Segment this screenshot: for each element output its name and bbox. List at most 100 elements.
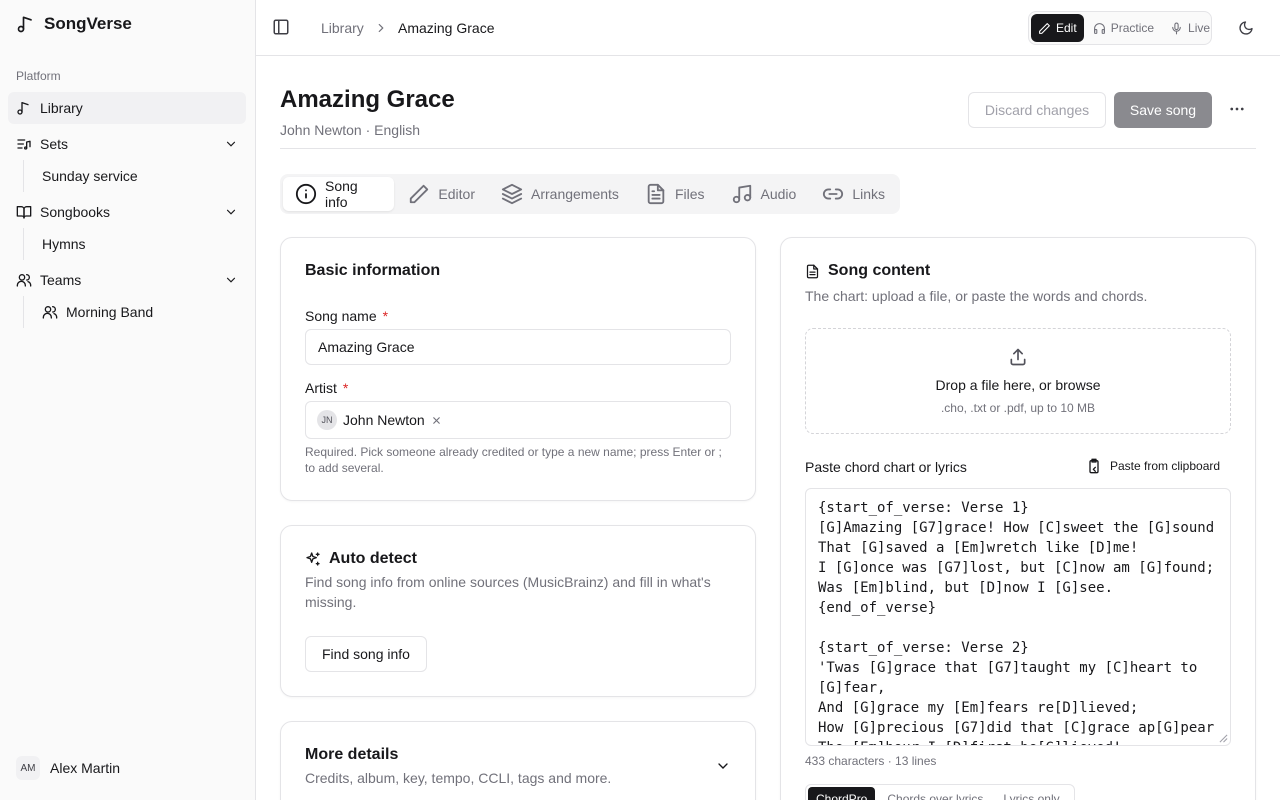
chevron-down-icon[interactable] (224, 137, 238, 151)
file-text-icon (805, 264, 820, 279)
sidebar-item-library[interactable]: Library (8, 92, 246, 124)
tab-label: Arrangements (531, 186, 619, 202)
sidebar-item-songbooks[interactable]: Songbooks (8, 196, 246, 228)
sidebar-item-teams[interactable]: Teams (8, 264, 246, 296)
format-selector: ChordPro Chords over lyrics Lyrics only (805, 784, 1075, 800)
more-details-card[interactable]: More details Credits, album, key, tempo,… (280, 721, 756, 800)
upload-icon (1008, 347, 1028, 367)
book-open-icon (16, 204, 32, 220)
close-icon[interactable] (431, 415, 442, 426)
topbar: Library Amazing Grace Edit Practice Live (256, 0, 1280, 56)
tab-audio[interactable]: Audio (719, 177, 809, 211)
tab-label: Links (852, 186, 885, 202)
mode-live-button[interactable]: Live (1163, 14, 1217, 42)
mode-label: Practice (1110, 21, 1155, 35)
sparkles-icon (305, 551, 321, 567)
tab-song-info[interactable]: Song info (283, 177, 395, 211)
artist-chip: JN John Newton (314, 407, 448, 433)
save-song-button[interactable]: Save song (1114, 92, 1212, 128)
sidebar-subitem-hymns[interactable]: Hymns (34, 230, 244, 258)
music-note-icon (16, 100, 32, 116)
chevron-down-icon[interactable] (224, 205, 238, 219)
label-text: Song name (305, 308, 377, 324)
more-horizontal-icon[interactable] (1228, 100, 1246, 118)
chevron-down-icon[interactable] (715, 758, 731, 774)
avatar: AM (16, 756, 40, 780)
song-name-input[interactable]: Amazing Grace (305, 329, 731, 365)
sub-nav-line (23, 296, 24, 328)
card-header: Auto detect (305, 550, 417, 568)
sidebar-item-sets[interactable]: Sets (8, 128, 246, 160)
users-icon (16, 272, 32, 288)
paste-label: Paste chord chart or lyrics (805, 459, 967, 475)
sidebar: SongVerse Platform Library Sets Sunday s… (0, 0, 256, 800)
format-chords-over-lyrics[interactable]: Chords over lyrics (879, 787, 991, 800)
page-title: Amazing Grace (280, 86, 455, 113)
tab-arrangements[interactable]: Arrangements (489, 177, 631, 211)
sidebar-item-label: Library (40, 100, 83, 116)
button-label: Paste from clipboard (1110, 459, 1221, 473)
song-header: Amazing Grace John Newton · English (280, 86, 455, 138)
card-description: Find song info from online sources (Musi… (305, 574, 711, 610)
mode-label: Live (1188, 21, 1211, 35)
microphone-icon (1170, 22, 1183, 35)
format-chordpro[interactable]: ChordPro (808, 787, 876, 800)
breadcrumb-current: Amazing Grace (398, 20, 495, 36)
sub-nav-line (23, 228, 24, 260)
song-name-label: Song name * (305, 308, 388, 324)
song-content-card: Song content The chart: upload a file, o… (780, 237, 1256, 800)
sidebar-section-label: Platform (16, 69, 61, 83)
sidebar-subitem-label: Sunday service (42, 168, 138, 184)
link-icon (822, 183, 844, 205)
card-title: More details (305, 746, 399, 763)
tab-label: Editor (438, 186, 475, 202)
page-subtitle: John Newton · English (280, 122, 421, 138)
dropzone-title: Drop a file here, or browse (935, 377, 1101, 393)
paste-from-clipboard-button[interactable]: Paste from clipboard (1086, 458, 1220, 474)
resize-handle-icon[interactable] (1219, 734, 1228, 743)
sidebar-toggle-icon[interactable] (272, 18, 290, 36)
card-description: The chart: upload a file, or paste the w… (805, 288, 1148, 304)
sidebar-subitem-label: Hymns (42, 236, 86, 252)
user-menu[interactable]: AM Alex Martin (16, 756, 120, 780)
main-content: Amazing Grace John Newton · English Disc… (256, 56, 1280, 800)
discard-changes-button[interactable]: Discard changes (968, 92, 1106, 128)
brand[interactable]: SongVerse (16, 14, 132, 34)
required-marker: * (382, 308, 389, 324)
format-lyrics-only[interactable]: Lyrics only (995, 787, 1067, 800)
sidebar-item-label: Sets (40, 136, 69, 152)
headphones-icon (1093, 22, 1106, 35)
card-title: Auto detect (329, 550, 417, 567)
sidebar-item-label: Songbooks (40, 204, 111, 220)
tab-editor[interactable]: Editor (396, 177, 487, 211)
chip-label: John Newton (343, 412, 425, 428)
pencil-icon (408, 183, 430, 205)
artist-label: Artist * (305, 380, 348, 396)
mode-edit-button[interactable]: Edit (1031, 14, 1084, 42)
content-stats: 433 characters · 13 lines (805, 754, 937, 768)
users-icon (42, 304, 58, 320)
sidebar-item-label: Teams (40, 272, 82, 288)
find-song-info-button[interactable]: Find song info (305, 636, 427, 672)
pencil-icon (1038, 22, 1051, 35)
sub-nav-line (23, 160, 24, 192)
file-dropzone[interactable]: Drop a file here, or browse .cho, .txt o… (805, 328, 1231, 434)
list-music-icon (16, 136, 32, 152)
breadcrumb-library[interactable]: Library (321, 20, 364, 36)
sidebar-subitem-morning-band[interactable]: Morning Band (34, 298, 244, 326)
tab-links[interactable]: Links (810, 177, 897, 211)
sidebar-subitem-sunday-service[interactable]: Sunday service (34, 162, 244, 190)
chevron-right-icon (374, 21, 388, 35)
artist-input[interactable]: JN John Newton (305, 401, 731, 439)
moon-icon[interactable] (1238, 20, 1254, 36)
sidebar-subitem-label: Morning Band (66, 304, 154, 320)
mode-label: Edit (1056, 21, 1077, 35)
label-text: Artist (305, 380, 337, 396)
card-header: Song content (805, 262, 930, 280)
mode-practice-button[interactable]: Practice (1086, 14, 1161, 42)
card-title: Basic information (305, 262, 441, 279)
tab-bar: Song info Editor Arrangements Files Audi… (280, 174, 900, 214)
chord-chart-textarea[interactable]: {start_of_verse: Verse 1} [G]Amazing [G7… (805, 488, 1231, 746)
chevron-down-icon[interactable] (224, 273, 238, 287)
tab-files[interactable]: Files (633, 177, 717, 211)
